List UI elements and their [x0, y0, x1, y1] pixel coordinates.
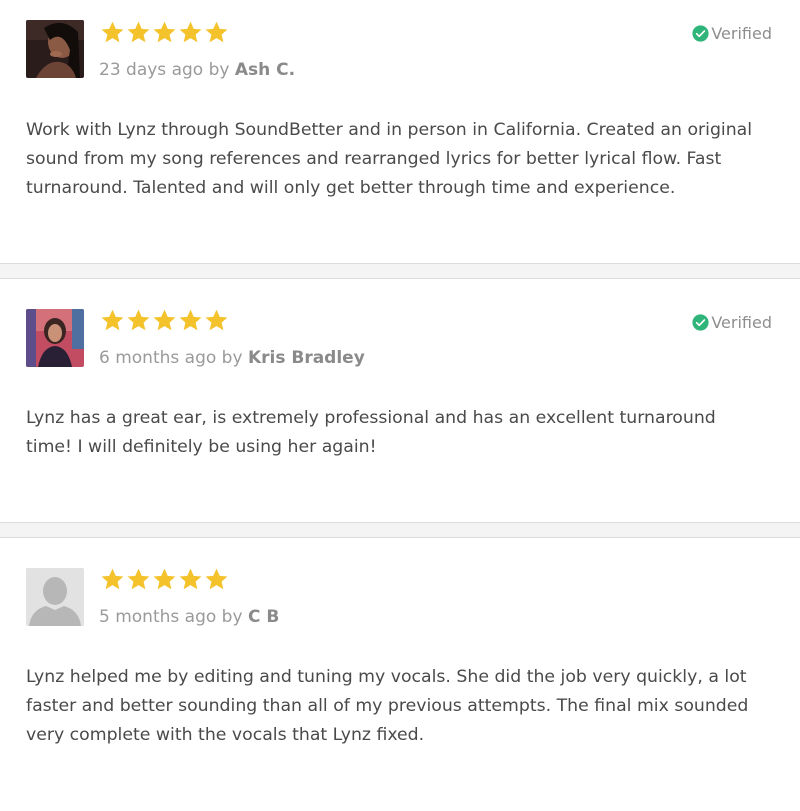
- review-meta: 6 months ago by Kris Bradley: [99, 348, 365, 368]
- review-date: 6 months ago: [99, 348, 217, 368]
- review-date: 5 months ago: [99, 607, 217, 627]
- review-text: Lynz helped me by editing and tuning my …: [26, 667, 749, 745]
- verified-label: Verified: [711, 313, 772, 332]
- review-card: 5 months ago by C B Lynz helped me by ed…: [0, 538, 800, 808]
- star-icon: [153, 568, 176, 590]
- star-rating: [100, 20, 229, 45]
- star-icon: [153, 21, 176, 43]
- review-date: 23 days ago: [99, 60, 204, 80]
- review-meta: 23 days ago by Ash C.: [99, 60, 295, 80]
- by-label: by: [208, 60, 230, 80]
- star-icon: [205, 21, 228, 43]
- reviewer-name[interactable]: C B: [248, 607, 279, 627]
- star-icon: [101, 21, 124, 43]
- star-icon: [153, 309, 176, 331]
- star-icon: [101, 309, 124, 331]
- check-circle-icon: [692, 25, 709, 42]
- review-meta: 5 months ago by C B: [99, 607, 279, 627]
- star-rating: [100, 567, 229, 592]
- reviewer-avatar[interactable]: [26, 20, 84, 78]
- user-photo-icon: [26, 309, 84, 367]
- star-icon: [205, 568, 228, 590]
- star-icon: [127, 21, 150, 43]
- star-icon: [101, 568, 124, 590]
- user-photo-icon: [26, 20, 84, 78]
- review-card: 23 days ago by Ash C. Verified Work with…: [0, 0, 800, 263]
- review-separator: [0, 263, 800, 279]
- by-label: by: [221, 607, 243, 627]
- star-icon: [127, 568, 150, 590]
- review-text: Work with Lynz through SoundBetter and i…: [26, 120, 753, 198]
- star-rating: [100, 308, 229, 333]
- review-text: Lynz has a great ear, is extremely profe…: [26, 408, 716, 457]
- star-icon: [179, 309, 202, 331]
- check-circle-icon: [692, 314, 709, 331]
- star-icon: [127, 309, 150, 331]
- default-user-silhouette-icon: [26, 568, 84, 626]
- verified-badge: Verified: [692, 24, 772, 43]
- by-label: by: [221, 348, 243, 368]
- star-icon: [179, 21, 202, 43]
- review-separator: [0, 522, 800, 538]
- reviewer-name[interactable]: Ash C.: [235, 60, 295, 80]
- reviewer-name[interactable]: Kris Bradley: [248, 348, 365, 368]
- verified-label: Verified: [711, 24, 772, 43]
- reviewer-avatar[interactable]: [26, 568, 84, 626]
- reviewer-avatar[interactable]: [26, 309, 84, 367]
- review-card: 6 months ago by Kris Bradley Verified Ly…: [0, 279, 800, 522]
- star-icon: [179, 568, 202, 590]
- star-icon: [205, 309, 228, 331]
- verified-badge: Verified: [692, 313, 772, 332]
